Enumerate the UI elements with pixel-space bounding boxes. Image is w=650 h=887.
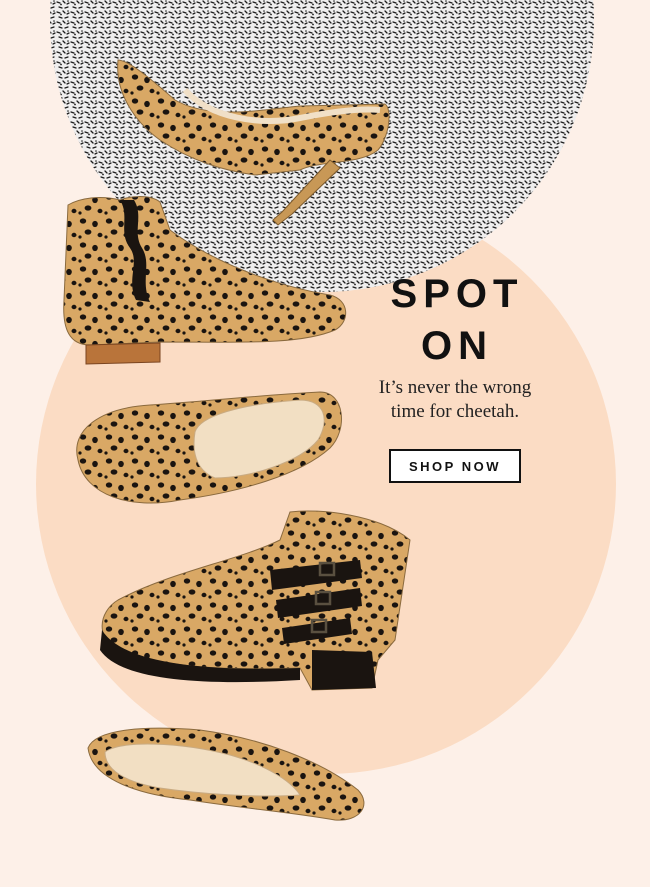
tagline-line-2: time for cheetah. [390,401,520,422]
headline-line-1: SPOT [390,272,524,316]
shop-now-button[interactable]: SHOP NOW [389,449,521,483]
headline-line-2: ON [421,324,493,368]
promo-tagline: It’s never the wrong time for cheetah. [350,376,560,424]
promo-headline: SPOT ON [372,268,542,372]
email-promo-canvas: SPOT ON It’s never the wrong time for ch… [0,0,650,887]
tagline-line-1: It’s never the wrong [378,377,532,398]
product-illustration [36,0,616,821]
